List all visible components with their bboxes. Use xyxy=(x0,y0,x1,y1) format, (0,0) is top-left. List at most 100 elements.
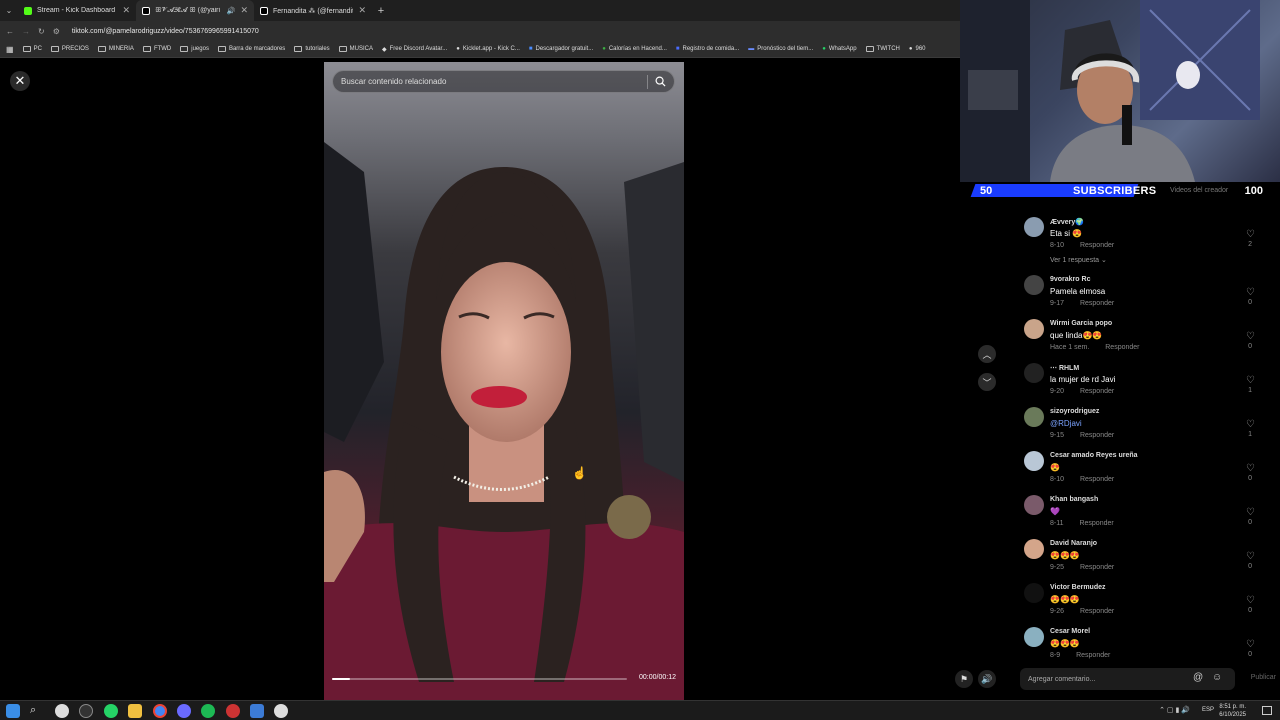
bookmark-musica[interactable]: MUSICA xyxy=(338,46,373,52)
app-icon-3[interactable] xyxy=(274,704,288,718)
previous-video-button[interactable]: ︿ xyxy=(978,345,996,363)
close-tab-icon[interactable]: ✕ xyxy=(358,5,366,16)
volume-button[interactable]: 🔊 xyxy=(978,670,996,688)
bookmark-registro[interactable]: ■ Registro de comida... xyxy=(676,46,739,52)
close-tab-icon[interactable]: ✕ xyxy=(122,5,130,16)
reply-button[interactable]: Responder xyxy=(1076,652,1110,659)
reply-button[interactable]: Responder xyxy=(1079,520,1113,527)
bookmark-twitch[interactable]: TWITCH xyxy=(865,46,900,52)
tab-tiktok-fernandita[interactable]: Fernandita ⁂ (@fernanditacg ✕ xyxy=(254,0,372,21)
video-progress-bar[interactable] xyxy=(332,678,627,680)
avatar[interactable] xyxy=(1024,451,1044,471)
video-player[interactable]: Buscar contenido relacionado 00:00/00:12 xyxy=(324,62,684,700)
heart-icon[interactable]: ♡ xyxy=(1246,551,1255,562)
audio-icon[interactable]: 🔊 xyxy=(227,7,236,15)
comment-author[interactable]: Ævvery🌍 xyxy=(1050,218,1084,226)
bookmark-mineria[interactable]: MINERIA xyxy=(97,46,134,52)
avatar[interactable] xyxy=(1024,319,1044,339)
avatar[interactable] xyxy=(1024,539,1044,559)
close-tab-icon[interactable]: ✕ xyxy=(240,5,248,16)
file-explorer-icon[interactable] xyxy=(128,704,142,718)
publish-button[interactable]: Publicar xyxy=(1251,674,1276,681)
heart-icon[interactable]: ♡ xyxy=(1246,331,1255,342)
bookmark-pronostico[interactable]: ▬ Pronóstico del tiem... xyxy=(748,46,813,52)
next-video-button[interactable]: ﹀ xyxy=(978,373,996,391)
reply-button[interactable]: Responder xyxy=(1080,300,1114,307)
search-icon[interactable] xyxy=(655,76,666,89)
heart-icon[interactable]: ♡ xyxy=(1246,419,1255,430)
reply-button[interactable]: Responder xyxy=(1080,388,1114,395)
comment-author[interactable]: David Naranjo xyxy=(1050,540,1097,547)
app-icon[interactable] xyxy=(226,704,240,718)
url-field[interactable]: tiktok.com/@pamelarodriguzz/video/753676… xyxy=(72,28,259,35)
browser-icon[interactable] xyxy=(177,704,191,718)
site-info-icon[interactable]: ⚙ xyxy=(53,27,60,36)
reply-button[interactable]: Responder xyxy=(1080,608,1114,615)
reply-button[interactable]: Responder xyxy=(1105,344,1139,351)
comment-author[interactable]: ⋯ RHLM xyxy=(1050,364,1079,372)
avatar[interactable] xyxy=(1024,627,1044,647)
bookmark-barra[interactable]: Barra de marcadores xyxy=(217,46,285,52)
heart-icon[interactable]: ♡ xyxy=(1246,229,1255,240)
view-replies-button[interactable]: Ver 1 respuesta ⌄ xyxy=(1050,256,1107,264)
comment-author[interactable]: Wirmi Garcia popo xyxy=(1050,320,1112,327)
bookmark-discord-avatar[interactable]: ◆ Free Discord Avatar... xyxy=(382,46,447,53)
avatar[interactable] xyxy=(1024,275,1044,295)
bookmark-descargador[interactable]: ■ Descargador gratuit... xyxy=(529,46,593,52)
avatar[interactable] xyxy=(1024,407,1044,427)
reply-button[interactable]: Responder xyxy=(1080,564,1114,571)
bookmark-precios[interactable]: PRECIOS xyxy=(50,46,89,52)
bookmark-calorias[interactable]: ● Calorías en Hacend... xyxy=(602,46,667,52)
reload-icon[interactable]: ↻ xyxy=(38,27,45,36)
comment-author[interactable]: sizoyrodriguez xyxy=(1050,408,1099,415)
report-button[interactable]: ⚑ xyxy=(955,670,973,688)
windows-start-icon[interactable] xyxy=(6,704,20,718)
back-icon[interactable]: ← xyxy=(6,27,14,36)
reply-button[interactable]: Responder xyxy=(1080,432,1114,439)
search-icon[interactable]: ⌕ xyxy=(30,704,44,718)
chrome-icon[interactable] xyxy=(153,704,167,718)
heart-icon[interactable]: ♡ xyxy=(1246,287,1255,298)
heart-icon[interactable]: ♡ xyxy=(1246,375,1255,386)
bookmark-whatsapp[interactable]: ● WhatsApp xyxy=(822,46,856,52)
creator-videos-tab[interactable]: Videos del creador xyxy=(1170,187,1228,194)
obs-icon[interactable] xyxy=(79,704,93,718)
tab-search-dropdown[interactable]: ⌄ xyxy=(0,6,18,15)
mention-icon[interactable]: @ xyxy=(1193,672,1203,683)
tab-kick-dashboard[interactable]: Stream - Kick Dashboard ✕ xyxy=(18,0,136,21)
tab-tiktok-yairi[interactable]: ꕥ𝓥𝓐𝓡𝓐 ꕥ (@yairi 🔊 ✕ xyxy=(136,0,254,21)
spotify-icon[interactable] xyxy=(201,704,215,718)
avatar[interactable] xyxy=(1024,583,1044,603)
bookmark-pc[interactable]: PC xyxy=(22,46,42,52)
avatar[interactable] xyxy=(1024,363,1044,383)
app-icon-2[interactable] xyxy=(250,704,264,718)
comment-author[interactable]: Victor Bermudez xyxy=(1050,584,1106,591)
bookmark-kicklet[interactable]: ● Kicklet.app - Kick C... xyxy=(456,46,520,52)
avatar[interactable] xyxy=(1024,217,1044,237)
heart-icon[interactable]: ♡ xyxy=(1246,639,1255,650)
bookmark-juegos[interactable]: juegos xyxy=(180,46,209,52)
system-tray-icons[interactable]: ⌃ ▢ ▮ 🔊 xyxy=(1159,706,1190,714)
close-video-button[interactable]: ✕ xyxy=(10,71,30,91)
clock-app-icon[interactable] xyxy=(55,704,69,718)
comment-author[interactable]: Khan bangash xyxy=(1050,496,1098,503)
new-tab-button[interactable]: + xyxy=(372,5,390,17)
comment-author[interactable]: Cesar amado Reyes ureña xyxy=(1050,452,1138,459)
bookmark-960[interactable]: ● 960 xyxy=(909,46,926,52)
comment-author[interactable]: Cesar Morel xyxy=(1050,628,1090,635)
comment-author[interactable]: 9vorakro Rc xyxy=(1050,276,1090,283)
heart-icon[interactable]: ♡ xyxy=(1246,463,1255,474)
taskbar-clock[interactable]: 8:51 p. m. 6/10/2025 xyxy=(1219,703,1246,719)
emoji-icon[interactable]: ☺ xyxy=(1212,672,1222,683)
heart-icon[interactable]: ♡ xyxy=(1246,507,1255,518)
related-search-input[interactable]: Buscar contenido relacionado xyxy=(332,70,675,93)
reply-button[interactable]: Responder xyxy=(1080,476,1114,483)
forward-icon[interactable]: → xyxy=(22,27,30,36)
notifications-icon[interactable] xyxy=(1262,706,1272,715)
avatar[interactable] xyxy=(1024,495,1044,515)
heart-icon[interactable]: ♡ xyxy=(1246,595,1255,606)
language-indicator[interactable]: ESP xyxy=(1202,707,1214,713)
reply-button[interactable]: Responder xyxy=(1080,242,1114,249)
whatsapp-icon[interactable] xyxy=(104,704,118,718)
bookmark-ftwd[interactable]: FTWD xyxy=(142,46,171,52)
